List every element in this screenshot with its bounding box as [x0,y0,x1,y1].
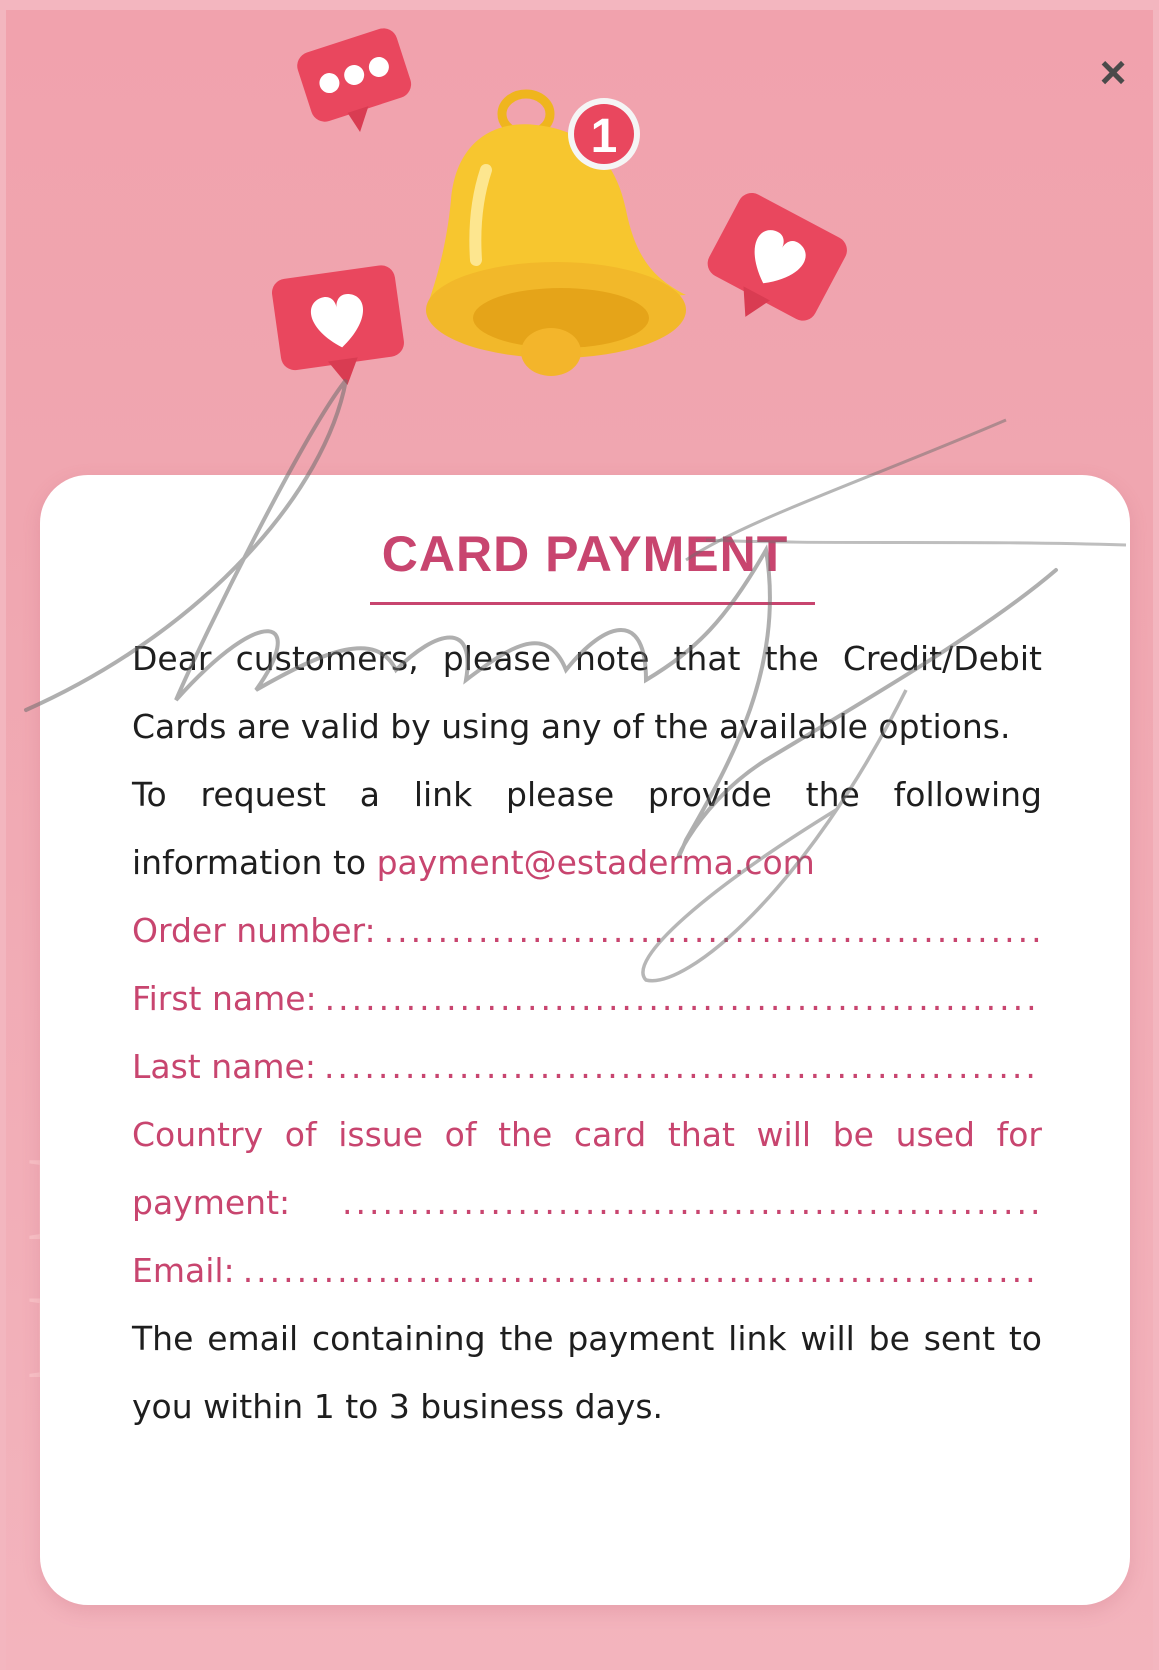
bell-icon [426,89,686,376]
heart-bubble-icon-left [271,265,404,386]
title-underline [370,602,815,605]
intro-paragraph: Dear customers, please note that the Cre… [132,639,1042,746]
field-email: Email: .................................… [132,1237,1042,1305]
payment-email-link[interactable]: payment@estaderma.com [377,843,815,882]
notification-count: 1 [591,110,618,163]
card-payment-modal: BY NIKK × 1 [6,10,1153,1670]
field-first-name: First name: ............................… [132,965,1042,1033]
payment-info-card: CARD PAYMENT Dear customers, please note… [40,475,1130,1605]
fill-in-dots: ........................................… [342,1169,1042,1237]
card-title: CARD PAYMENT [381,526,789,582]
field-last-name: Last name: .............................… [132,1033,1042,1101]
field-label: First name: [132,979,317,1018]
closing-paragraph: The email containing the payment link wi… [132,1319,1042,1426]
payment-instructions: Dear customers, please note that the Cre… [132,625,1042,1441]
field-card-country: Country of issue of the card that will b… [132,1101,1042,1237]
request-paragraph: To request a link please provide the fol… [132,761,1042,897]
field-label: Last name: [132,1047,316,1086]
heart-bubble-icon-right [707,192,847,321]
chat-bubble-dots-icon [297,28,412,132]
fill-in-dots: ........................................… [324,979,1042,1018]
notification-illustration: 1 [271,28,847,386]
fill-in-dots: ........................................… [383,911,1042,950]
fill-in-dots: ........................................… [242,1251,1042,1290]
field-order-number: Order number: ..........................… [132,897,1042,965]
field-label: Order number: [132,911,376,950]
fill-in-dots: ........................................… [323,1047,1042,1086]
field-label: Email: [132,1251,235,1290]
